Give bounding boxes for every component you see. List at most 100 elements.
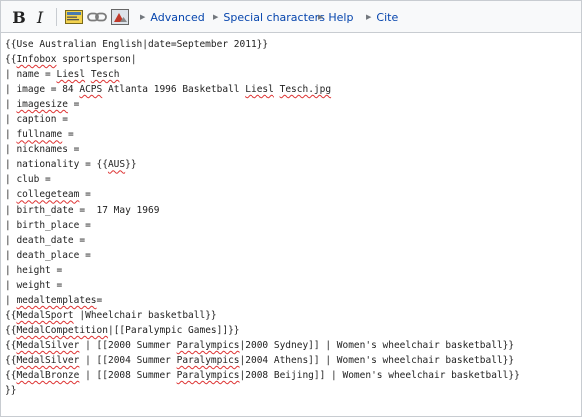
wikitext-segment: {{ (5, 309, 17, 321)
wikitext-line: | death_date = (5, 233, 581, 248)
wikitext-segment: | (5, 189, 17, 201)
wikitext-segment: | height = (5, 264, 63, 276)
media-button[interactable] (110, 7, 130, 27)
wikitext-segment: {{ (5, 324, 17, 336)
wikitext-segment: | death_place = (5, 249, 91, 261)
wikitext-line: {{MedalCompetition|[[Paralympic Games]]}… (5, 323, 581, 338)
misspelled-word: MedalSport (16, 309, 74, 321)
misspelled-word: MedalSilver (16, 354, 80, 366)
wikitext-line: {{MedalSilver | [[2004 Summer Paralympic… (5, 353, 581, 368)
help-label: Help (328, 10, 354, 24)
misspelled-word: Tesch.jpg (279, 84, 332, 96)
wikitext-segment: | caption = (5, 114, 68, 126)
misspelled-word: MedalBronze (16, 370, 80, 382)
wikitext-line: | height = (5, 263, 581, 278)
wikitext-editor: B I ▶ Advanced ▶ Special characters ▶ He… (0, 0, 582, 417)
wikitext-segment: Atlanta 1996 Basketball (102, 84, 246, 96)
wikitext-segment: | image = 84 (5, 84, 80, 96)
wikitext-segment: | nationality = {{ (5, 159, 108, 171)
misspelled-word: MedalSilver (16, 339, 80, 351)
wikitext-segment: = (96, 294, 103, 306)
wikitext-line: {{MedalSport |Wheelchair basketball}} (5, 308, 581, 323)
bold-button[interactable]: B (10, 7, 28, 27)
wikitext-line: | birth_date = 17 May 1969 (5, 203, 581, 218)
misspelled-word: Paralympics (176, 370, 240, 382)
wikitext-line: | medaltemplates= (5, 293, 581, 308)
wikitext-segment: {{Use Australian English|date=September … (5, 39, 269, 50)
misspelled-word: fullname (16, 129, 63, 141)
wikitext-line: | club = (5, 172, 581, 187)
embedded-file-icon (65, 10, 83, 24)
wikitext-segment: |2004 Athens]] | Women's wheelchair bask… (239, 354, 515, 366)
wikitext-segment: = (67, 99, 80, 111)
wikitext-segment: = (79, 189, 91, 201)
wikitext-line: {{MedalBronze | [[2008 Summer Paralympic… (5, 368, 581, 383)
wikitext-segment: {{ (5, 354, 17, 366)
wikitext-line: | caption = (5, 112, 581, 127)
wikitext-segment: | club = (5, 174, 51, 186)
misspelled-word: AUS (107, 159, 126, 171)
wikitext-segment: | (5, 99, 17, 111)
wikitext-segment: | birth_date = 17 May 1969 (5, 204, 160, 216)
misspelled-word: Paralympics (176, 339, 240, 351)
wikitext-segment: | [[2000 Summer (79, 339, 177, 351)
special-characters-triangle-icon: ▶ (213, 13, 219, 21)
wikitext-segment: sportsperson| (56, 54, 137, 66)
wikitext-segment: |Wheelchair basketball}} (73, 309, 217, 321)
wikitext-segment: |2000 Sydney]] | Women's wheelchair bask… (239, 339, 515, 351)
misspelled-word: ACPS (79, 84, 103, 96)
wikitext-segment: {{ (5, 339, 17, 351)
wikitext-segment: = (62, 129, 74, 141)
misspelled-word: Liesl (245, 84, 274, 96)
help-menu[interactable]: ▶ Help (318, 10, 353, 24)
misspelled-word: Paralympics (176, 354, 240, 366)
wikitext-segment: }} (125, 159, 137, 171)
editing-toolbar: B I ▶ Advanced ▶ Special characters ▶ He… (1, 1, 581, 33)
toolbar-divider (56, 8, 57, 26)
wikitext-line: | nicknames = (5, 142, 581, 157)
wikitext-line: }} (5, 383, 581, 398)
wikitext-segment: | weight = (5, 279, 63, 291)
misspelled-word: Tesch (90, 69, 120, 81)
media-icon (111, 9, 129, 25)
help-triangle-icon: ▶ (318, 13, 324, 21)
cite-triangle-icon: ▶ (366, 13, 372, 21)
wikitext-segment: | nicknames = (5, 144, 80, 156)
wikitext-line: | nationality = {{AUS}} (5, 157, 581, 172)
embedded-file-button[interactable] (64, 7, 84, 27)
misspelled-word: collegeteam (16, 189, 80, 201)
misspelled-word: imagesize (16, 99, 68, 111)
advanced-triangle-icon: ▶ (140, 13, 146, 21)
misspelled-word: Liesl (56, 69, 86, 81)
wikitext-textarea[interactable]: {{Use Australian English|date=September … (1, 33, 581, 416)
wikitext-segment: |2008 Beijing]] | Women's wheelchair bas… (239, 370, 520, 382)
wikitext-segment: | name = (5, 69, 57, 81)
wikitext-line: | birth_place = (5, 218, 581, 233)
wikitext-line: | collegeteam = (5, 187, 581, 202)
special-characters-label: Special characters (223, 10, 325, 24)
cite-menu[interactable]: ▶ Cite (366, 10, 398, 24)
wikitext-segment: |[[Paralympic Games]]}} (107, 324, 240, 336)
italic-button[interactable]: I (32, 7, 48, 27)
wikitext-segment: | (5, 129, 17, 141)
wikitext-segment: | [[2004 Summer (79, 354, 177, 366)
cite-label: Cite (376, 10, 399, 24)
wikitext-line: | image = 84 ACPS Atlanta 1996 Basketbal… (5, 82, 581, 97)
italic-label: I (36, 7, 44, 27)
link-button[interactable] (86, 7, 108, 27)
misspelled-word: MedalCompetition (16, 324, 108, 336)
wikitext-line: | name = Liesl Tesch (5, 67, 581, 82)
wikitext-line: | imagesize = (5, 97, 581, 112)
wikitext-segment: }} (5, 385, 17, 397)
wikitext-segment: | [[2008 Summer (79, 370, 177, 382)
wikitext-segment: | death_date = (5, 234, 86, 246)
link-icon (87, 12, 107, 22)
wikitext-line: {{Infobox sportsperson| (5, 52, 581, 67)
wikitext-segment: {{ (5, 54, 17, 66)
wikitext-line: | death_place = (5, 248, 581, 263)
wikitext-line: | weight = (5, 278, 581, 293)
advanced-menu[interactable]: ▶ Advanced (140, 10, 205, 24)
wikitext-line: {{MedalSilver | [[2000 Summer Paralympic… (5, 338, 581, 353)
wikitext-segment: | birth_place = (5, 219, 91, 231)
special-characters-menu[interactable]: ▶ Special characters (213, 10, 325, 24)
